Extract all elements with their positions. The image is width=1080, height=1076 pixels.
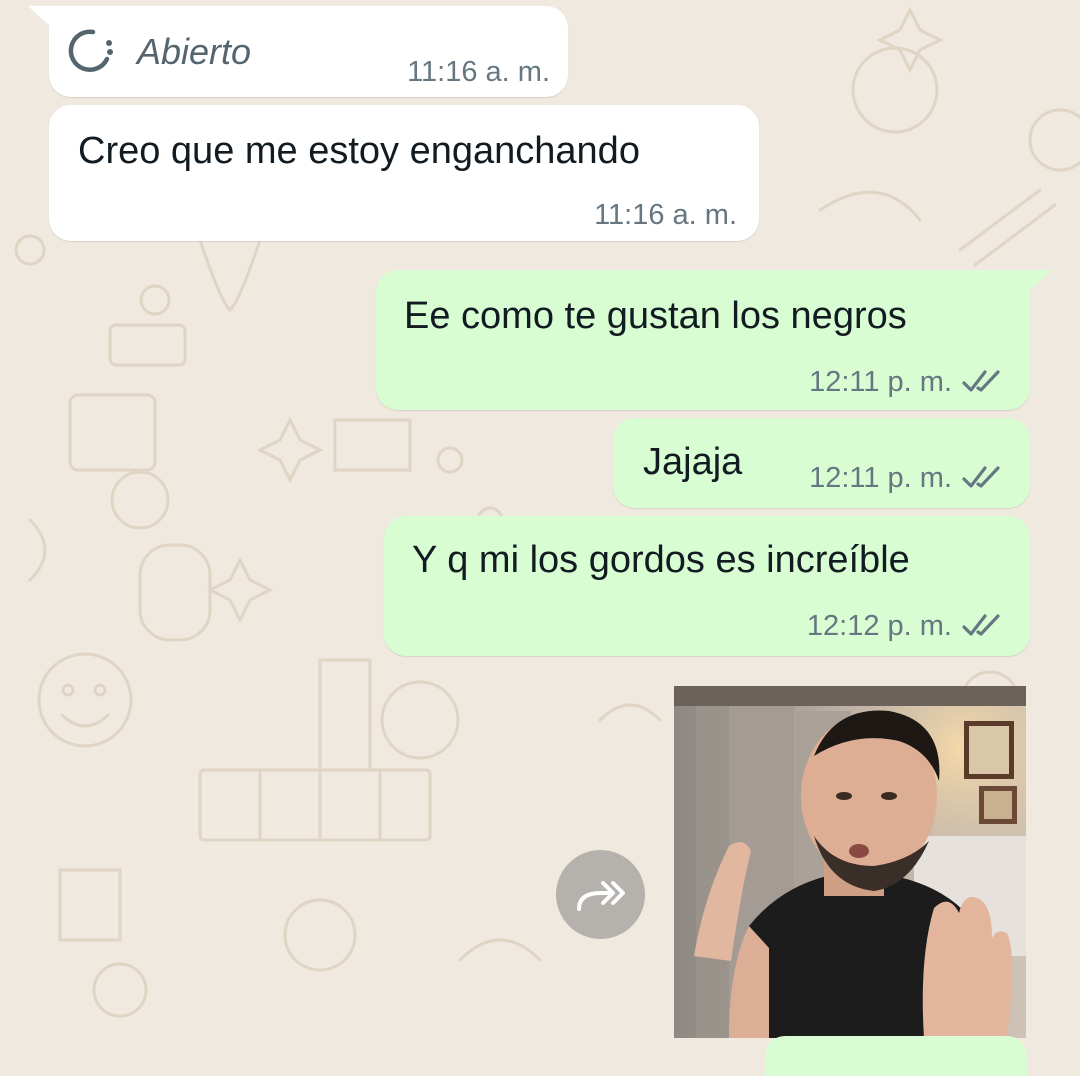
forward-button[interactable] <box>556 850 645 939</box>
bubble-tail <box>28 6 52 28</box>
message-bubble-incoming[interactable]: Creo que me estoy enganchando 11:16 a. m… <box>49 105 759 241</box>
double-check-icon <box>962 370 1000 392</box>
message-text: Jajaja <box>643 441 743 483</box>
pending-circle-icon <box>68 29 113 72</box>
message-timestamp: 12:11 p. m. <box>809 366 1004 398</box>
message-timestamp: 11:16 a. m. <box>594 199 737 231</box>
double-check-icon <box>962 466 1000 488</box>
message-text: Y q mi los gordos es increíble <box>412 539 910 581</box>
message-bubble-outgoing[interactable] <box>765 1036 1027 1076</box>
message-bubble-outgoing[interactable]: Jajaja 12:11 p. m. <box>613 418 1030 508</box>
message-text: Creo que me estoy enganchando <box>78 130 640 172</box>
message-bubble-incoming[interactable]: Abierto 11:16 a. m. <box>49 6 568 97</box>
message-bubble-outgoing[interactable]: Y q mi los gordos es increíble 12:12 p. … <box>384 516 1030 656</box>
photo-thumbnail <box>674 686 1026 1038</box>
forward-arrow-icon <box>576 880 625 911</box>
media-image[interactable] <box>674 686 1026 1038</box>
message-bubble-outgoing[interactable]: Ee como te gustan los negros 12:11 p. m. <box>376 270 1030 410</box>
double-check-icon <box>962 614 1000 636</box>
message-timestamp: 12:11 p. m. <box>809 462 1004 494</box>
bubble-tail <box>1028 270 1052 292</box>
message-timestamp: 11:16 a. m. <box>407 56 550 88</box>
message-timestamp: 12:12 p. m. <box>807 610 1004 642</box>
message-text: Abierto <box>137 31 252 72</box>
message-text: Ee como te gustan los negros <box>404 295 907 337</box>
